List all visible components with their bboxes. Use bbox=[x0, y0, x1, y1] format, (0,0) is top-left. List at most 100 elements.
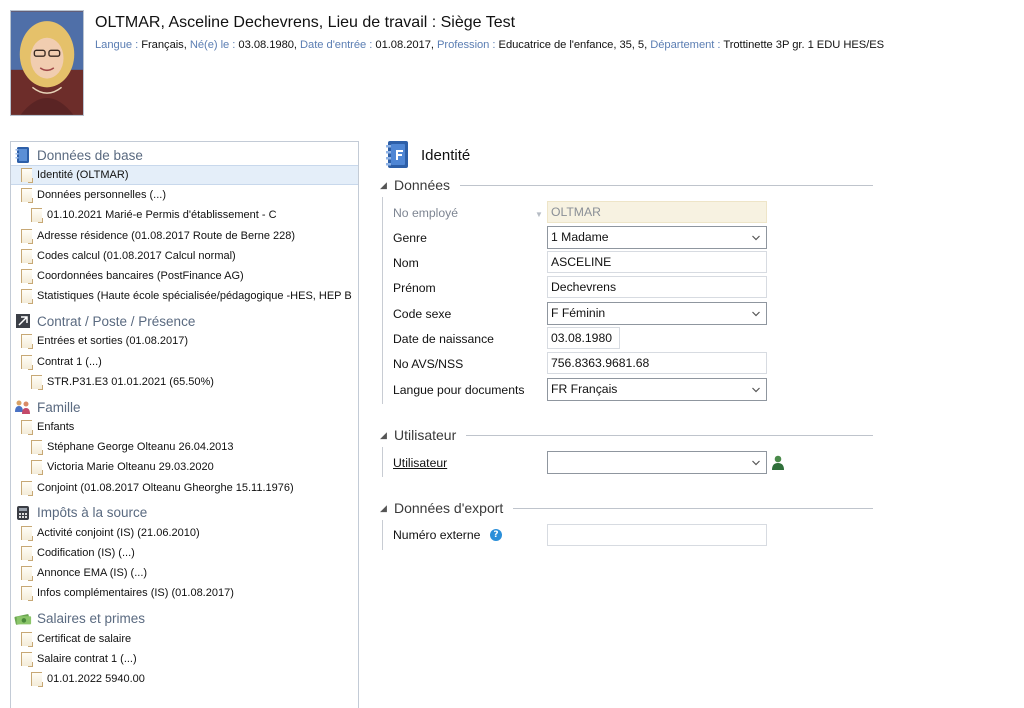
document-icon bbox=[31, 460, 43, 476]
tree-item-label: STR.P31.E3 01.01.2021 (65.50%) bbox=[47, 375, 214, 388]
prenom-field[interactable]: Dechevrens bbox=[547, 276, 767, 298]
tree-item-label: Salaire contrat 1 (...) bbox=[37, 652, 137, 665]
tree-item-label: Certificat de salaire bbox=[37, 632, 132, 645]
document-icon bbox=[21, 651, 33, 667]
chevron-down-icon[interactable] bbox=[752, 386, 760, 394]
tree-group[interactable]: Contrat / Poste / Présence bbox=[11, 310, 358, 332]
form-section-title: Identité bbox=[385, 140, 470, 170]
tree-group-label: Données de base bbox=[37, 147, 143, 163]
tree-group[interactable]: Famille bbox=[11, 396, 358, 418]
prenom-label: Prénom bbox=[393, 281, 436, 295]
help-icon[interactable]: ? bbox=[490, 529, 502, 541]
tree-item-label: Entrées et sorties (01.08.2017) bbox=[37, 335, 189, 348]
tree-item-label: Activité conjoint (IS) (21.06.2010) bbox=[37, 526, 200, 539]
fieldset-donnees-border bbox=[382, 197, 383, 404]
nom-field[interactable]: ASCELINE bbox=[547, 251, 767, 273]
document-icon bbox=[21, 289, 33, 305]
navigation-tree: Données de base Identité (OLTMAR) Données … bbox=[10, 141, 359, 708]
tax-icon bbox=[14, 504, 32, 522]
langue-docs-select-value: FR Français bbox=[551, 382, 618, 396]
fieldset-export-border bbox=[382, 520, 383, 550]
tree-item[interactable]: Statistiques (Haute école spécialisée/pé… bbox=[11, 286, 358, 306]
tree-item-label: Infos complémentaires (IS) (01.08.2017) bbox=[37, 587, 234, 600]
utilisateur-link[interactable]: Utilisateur bbox=[393, 456, 447, 470]
tree-item[interactable]: STR.P31.E3 01.01.2021 (65.50%) bbox=[11, 372, 358, 392]
date-naissance-field[interactable]: 03.08.1980 bbox=[547, 327, 620, 349]
no-avs-field[interactable]: 756.8363.9681.68 bbox=[547, 352, 767, 374]
document-icon bbox=[21, 525, 33, 541]
tree-item-label: Codification (IS) (...) bbox=[37, 547, 135, 559]
meta-value: Français, bbox=[141, 39, 190, 51]
no-employe-field: OLTMAR bbox=[547, 201, 767, 223]
collapse-triangle-icon[interactable]: ◢ bbox=[380, 180, 388, 191]
tree-item[interactable]: Coordonnées bancaires (PostFinance AG) bbox=[11, 266, 358, 286]
tree-item[interactable]: Activité conjoint (IS) (21.06.2010) bbox=[11, 523, 358, 543]
fieldset-utilisateur[interactable]: ◢ Utilisateur bbox=[380, 427, 873, 443]
tree-item[interactable]: Contrat 1 (...) bbox=[11, 352, 358, 372]
document-icon bbox=[21, 480, 33, 496]
tree-item-label: Adresse résidence (01.08.2017 Route de B… bbox=[37, 229, 296, 242]
code-sexe-select[interactable]: F Féminin bbox=[547, 302, 767, 325]
fieldset-donnees[interactable]: ◢ Données bbox=[380, 177, 873, 193]
document-icon bbox=[21, 269, 33, 284]
code-sexe-select-value: F Féminin bbox=[551, 306, 606, 320]
fieldset-export-label: Données d'export bbox=[394, 500, 504, 516]
genre-label: Genre bbox=[393, 231, 427, 245]
money-icon bbox=[14, 610, 32, 628]
tree-item[interactable]: Codes calcul (01.08.2017 Calcul normal) bbox=[11, 246, 358, 266]
fieldset-divider bbox=[466, 434, 873, 436]
document-icon bbox=[21, 586, 33, 602]
tree-item[interactable]: Entrées et sorties (01.08.2017) bbox=[11, 331, 358, 351]
meta-key: Langue : bbox=[95, 39, 142, 51]
tree-item[interactable]: Annonce EMA (IS) (...) bbox=[11, 563, 358, 583]
tree-item[interactable]: 01.10.2021 Marié-e Permis d'établissemen… bbox=[11, 205, 358, 225]
document-icon bbox=[31, 440, 43, 456]
meta-value: 03.08.1980, bbox=[238, 39, 301, 51]
tree-item[interactable]: Codification (IS) (...) bbox=[11, 543, 358, 563]
tree-item[interactable]: Enfants bbox=[11, 417, 358, 437]
fieldset-export[interactable]: ◢ Données d'export bbox=[380, 500, 873, 516]
tree-item-label: Conjoint (01.08.2017 Olteanu Gheorghe 15… bbox=[37, 481, 294, 494]
collapse-triangle-icon[interactable]: ◢ bbox=[380, 430, 388, 441]
document-icon bbox=[21, 168, 33, 183]
tree-item-label: Enfants bbox=[37, 421, 75, 433]
tree-group[interactable]: Salaires et primes bbox=[11, 608, 358, 630]
chevron-down-icon[interactable] bbox=[752, 310, 760, 318]
tree-item-label: Coordonnées bancaires (PostFinance AG) bbox=[37, 270, 244, 282]
tree-item[interactable]: Identité (OLTMAR) bbox=[11, 165, 358, 185]
fieldset-divider bbox=[513, 507, 873, 509]
genre-select[interactable]: 1 Madame bbox=[547, 226, 767, 249]
tree-item[interactable]: Adresse résidence (01.08.2017 Route de B… bbox=[11, 226, 358, 246]
document-icon bbox=[31, 672, 43, 687]
tree-item[interactable]: Conjoint (01.08.2017 Olteanu Gheorghe 15… bbox=[11, 478, 358, 498]
tree-item[interactable]: Certificat de salaire bbox=[11, 629, 358, 649]
collapse-triangle-icon[interactable]: ◢ bbox=[380, 503, 388, 514]
tree-group-label: Salaires et primes bbox=[37, 611, 146, 627]
tree-item[interactable]: Stéphane George Olteanu 26.04.2013 bbox=[11, 437, 358, 457]
meta-key: Profession : bbox=[437, 39, 499, 51]
tree-item[interactable]: 01.01.2022 5940.00 bbox=[11, 669, 358, 689]
employee-meta: Langue : Français, Né(e) le : 03.08.1980… bbox=[95, 39, 884, 51]
user-lookup-icon[interactable] bbox=[771, 455, 785, 471]
chevron-down-icon[interactable] bbox=[752, 234, 760, 242]
tree-item[interactable]: Infos complémentaires (IS) (01.08.2017) bbox=[11, 583, 358, 603]
readonly-arrow-icon: ▼ bbox=[535, 210, 543, 219]
tree-item[interactable]: Victoria Marie Olteanu 29.03.2020 bbox=[11, 457, 358, 477]
numero-externe-label: Numéro externe bbox=[393, 528, 481, 542]
meta-value: 01.08.2017, bbox=[375, 39, 437, 51]
meta-key: Date d'entrée : bbox=[300, 39, 376, 51]
fieldset-utilisateur-border bbox=[382, 447, 383, 477]
fieldset-divider bbox=[460, 184, 873, 186]
tree-item-label: Annonce EMA (IS) (...) bbox=[37, 567, 148, 580]
no-employe-label: No employé bbox=[393, 206, 459, 220]
langue-docs-select[interactable]: FR Français bbox=[547, 378, 767, 401]
numero-externe-field[interactable] bbox=[547, 524, 767, 546]
tree-group[interactable]: Impôts à la source bbox=[11, 502, 358, 524]
tree-group-label: Contrat / Poste / Présence bbox=[37, 313, 196, 329]
chevron-down-icon[interactable] bbox=[752, 459, 760, 467]
tree-item[interactable]: Données personnelles (...) bbox=[11, 185, 358, 205]
tree-item-label: Données personnelles (...) bbox=[37, 189, 167, 202]
tree-group[interactable]: Données de base bbox=[11, 144, 358, 166]
tree-item[interactable]: Salaire contrat 1 (...) bbox=[11, 649, 358, 669]
utilisateur-select[interactable] bbox=[547, 451, 767, 474]
